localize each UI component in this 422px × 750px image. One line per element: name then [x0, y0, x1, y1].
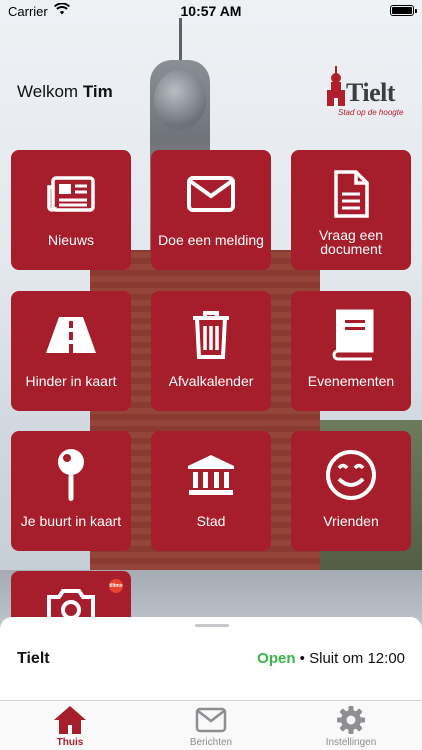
location-sheet[interactable]: Tielt Open • Sluit om 12:00: [0, 617, 422, 701]
tile-label: Nieuws: [48, 232, 94, 248]
tile-vrienden[interactable]: Vrienden: [291, 431, 411, 551]
opening-hours: Open • Sluit om 12:00: [257, 650, 405, 667]
logo-tagline: Stad op de hoogte: [338, 108, 404, 117]
tab-thuis[interactable]: Thuis: [20, 705, 120, 750]
status-bar: Carrier 10:57 AM: [0, 0, 422, 22]
newspaper-icon: [11, 168, 131, 220]
battery-icon: [390, 5, 417, 16]
tile-label: Evenementen: [307, 373, 395, 389]
tile-label: Stad: [196, 513, 226, 529]
welcome-prefix: Welkom: [17, 82, 79, 101]
tab-label: Thuis: [56, 737, 84, 748]
clock: 10:57 AM: [180, 3, 242, 19]
tile-label: Doe een melding: [158, 232, 264, 248]
tab-label: Instellingen: [325, 737, 377, 748]
gear-icon: [301, 705, 401, 735]
tile-hinder[interactable]: Hinder in kaart: [11, 291, 131, 411]
tile-label: Je buurt in kaart: [20, 513, 122, 529]
road-icon: [11, 309, 131, 361]
tiltme-badge: tiltme: [109, 579, 123, 593]
book-icon: [291, 309, 411, 361]
tile-nieuws[interactable]: Nieuws: [11, 150, 131, 270]
tile-evenementen[interactable]: Evenementen: [291, 291, 411, 411]
tile-label: Afvalkalender: [168, 373, 254, 389]
logo-word: Tielt: [346, 78, 396, 107]
mail-icon: [161, 705, 261, 735]
tile-document[interactable]: Vraag een document: [291, 150, 411, 270]
tile-stad[interactable]: Stad: [151, 431, 271, 551]
envelope-icon: [151, 168, 271, 220]
sheet-handle[interactable]: [195, 624, 229, 627]
tile-label: Hinder in kaart: [25, 373, 117, 389]
user-name: Tim: [82, 82, 113, 101]
tile-buurt[interactable]: Je buurt in kaart: [11, 431, 131, 551]
tielt-logo: Tielt Stad op de hoogte: [322, 64, 406, 120]
tab-bar: Thuis Berichten Instellingen: [0, 700, 422, 750]
tile-afval[interactable]: Afvalkalender: [151, 291, 271, 411]
tab-label: Berichten: [189, 737, 233, 748]
trash-icon: [151, 309, 271, 361]
home-icon: [20, 705, 120, 735]
tile-label: Vraag een document: [318, 227, 384, 257]
open-status: Open: [257, 650, 296, 667]
city-hall-icon: [151, 449, 271, 501]
map-pin-icon: [11, 449, 131, 501]
tile-label: Vrienden: [323, 513, 379, 529]
separator: •: [299, 650, 305, 667]
tab-instellingen[interactable]: Instellingen: [301, 705, 401, 750]
tile-melding[interactable]: Doe een melding: [151, 150, 271, 270]
tab-berichten[interactable]: Berichten: [161, 705, 261, 750]
place-name: Tielt: [17, 650, 50, 667]
document-icon: [291, 168, 411, 220]
smiley-icon: [291, 449, 411, 501]
closing-time: Sluit om 12:00: [309, 650, 405, 667]
welcome-text: Welkom Tim: [17, 82, 113, 102]
